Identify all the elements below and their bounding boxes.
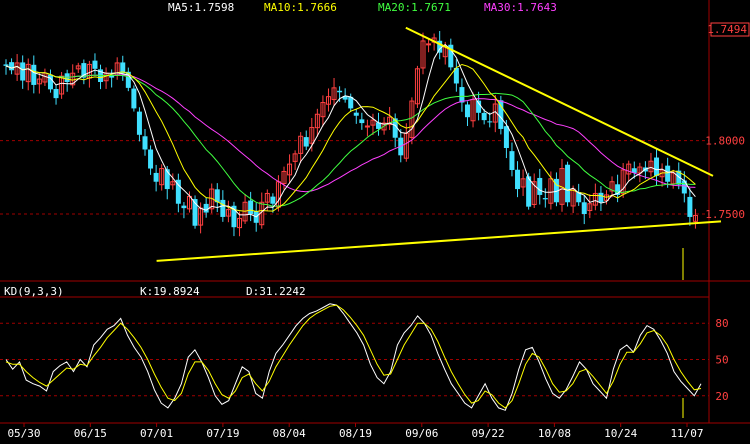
- price-and-kd-plot: 1.7500 1.8000 1.7494 20 50 80 05/30 06/15 07/01 0…: [0, 0, 750, 440]
- kd-tick-label: 20: [715, 390, 728, 403]
- candle-body: [47, 74, 53, 90]
- x-tick-label: 06/15: [74, 427, 107, 440]
- x-tick-label: 11/07: [670, 427, 703, 440]
- x-tick-label: 08/19: [339, 427, 372, 440]
- candle-body: [248, 200, 254, 214]
- candle-body: [598, 192, 604, 203]
- candle-body: [31, 64, 37, 85]
- candle-body: [9, 62, 15, 71]
- candle-body: [665, 165, 671, 182]
- x-tick-label: 05/30: [7, 427, 40, 440]
- candle-body: [487, 121, 493, 123]
- kd-tick-label: 50: [715, 354, 728, 367]
- kd-k-line: [5, 303, 702, 411]
- candle-body: [131, 88, 137, 109]
- candle-body: [203, 203, 209, 213]
- candle-body: [148, 149, 154, 169]
- x-tick-label: 10/24: [604, 427, 637, 440]
- candle-body: [364, 125, 370, 128]
- candle-body: [303, 137, 309, 147]
- x-tick-label: 09/22: [472, 427, 505, 440]
- candle-body: [20, 62, 26, 81]
- candle-body: [515, 169, 521, 190]
- x-tick-label: 08/04: [273, 427, 306, 440]
- candle-body: [481, 112, 487, 121]
- x-tick-label: 07/01: [140, 427, 173, 440]
- x-tick-label: 10/08: [538, 427, 571, 440]
- candle-body: [498, 100, 504, 129]
- candle-body: [459, 87, 465, 103]
- candle-body: [565, 164, 571, 203]
- candle-body: [142, 136, 148, 150]
- candle-body: [53, 88, 59, 99]
- candle-body: [220, 199, 226, 217]
- chart-window: 英镑美元(1214)日线 MA5:1.7598 MA10:1.7666 MA20…: [0, 0, 750, 444]
- candle-body: [3, 64, 9, 66]
- candle-body: [687, 196, 693, 217]
- price-tick-label: 1.7500: [705, 208, 745, 221]
- ma20-line: [5, 65, 696, 207]
- candle-body: [181, 205, 187, 209]
- kd-tick-label: 80: [715, 317, 728, 330]
- price-tick-label: 1.8000: [705, 135, 745, 148]
- candle-body: [136, 111, 142, 135]
- candle-body: [359, 119, 365, 124]
- candle-body: [542, 198, 548, 200]
- candle-body: [92, 60, 98, 69]
- candle-body: [353, 112, 359, 116]
- candle-body: [654, 157, 660, 176]
- kd-d-line: [5, 304, 702, 409]
- candle-body: [426, 43, 432, 46]
- candle-body: [153, 172, 159, 182]
- last-price-label: 1.7494: [707, 23, 747, 36]
- candle-body: [464, 104, 470, 118]
- candle-body: [337, 90, 343, 93]
- x-tick-label: 07/19: [206, 427, 239, 440]
- candle-body: [681, 180, 687, 194]
- ma5-line: [5, 43, 696, 218]
- candle-body: [270, 196, 276, 204]
- ma10-line: [5, 63, 696, 213]
- x-tick-label: 09/06: [405, 427, 438, 440]
- ma30-line: [5, 65, 696, 193]
- candle-body: [503, 126, 509, 148]
- candle-body: [581, 202, 587, 214]
- candle-body: [509, 151, 515, 170]
- trendline-resistance: [405, 26, 714, 177]
- candle-body: [537, 177, 543, 195]
